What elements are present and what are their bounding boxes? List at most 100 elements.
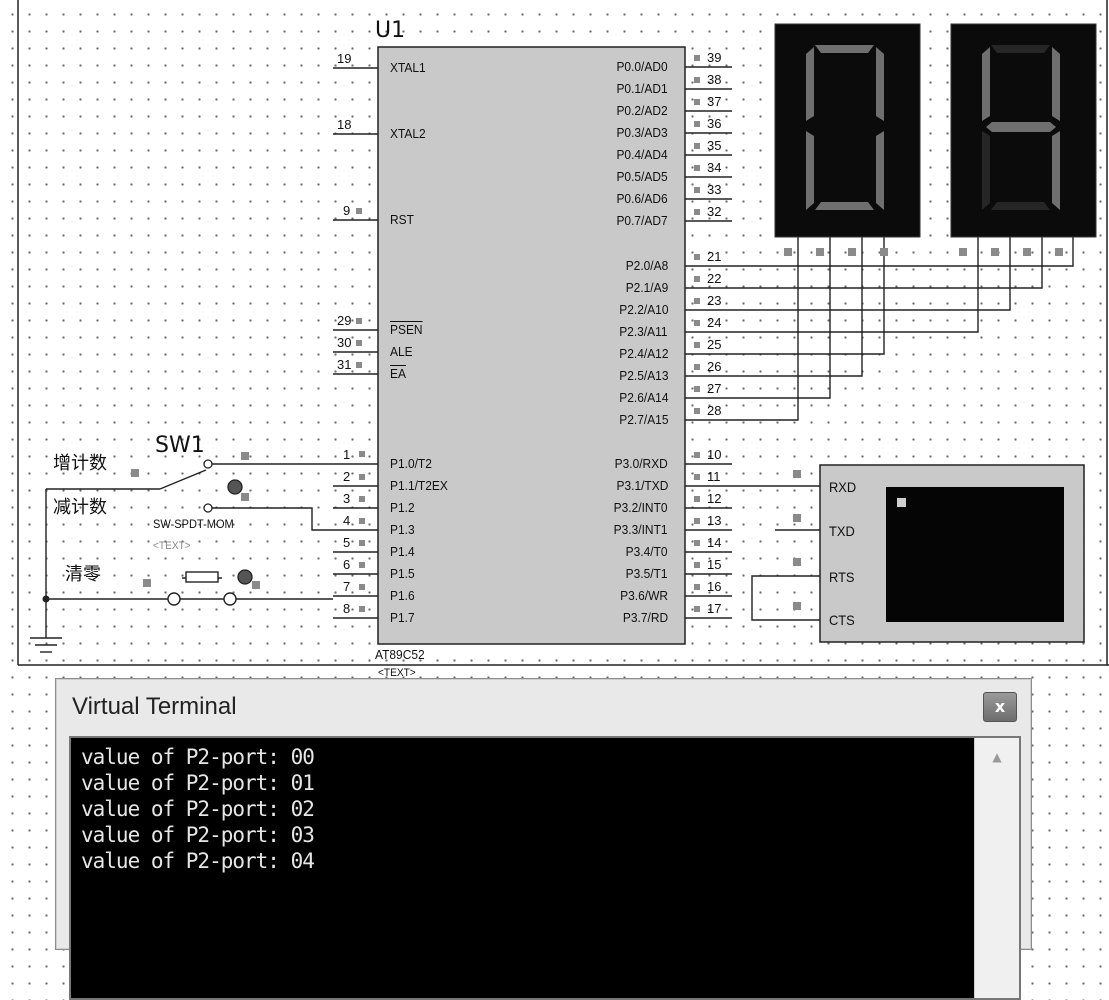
mcu-pin-number: 34 (707, 160, 722, 175)
mcu-pin-number: 15 (707, 557, 722, 572)
mcu-pin-number: 12 (707, 491, 722, 506)
mcu-pin-number: 3 (343, 491, 351, 506)
mcu-pin-number: 28 (707, 403, 722, 418)
mcu-pin-label: P0.4/AD4 (616, 147, 668, 162)
mcu-pin-number: 16 (707, 579, 722, 594)
seven-segment-display-left (774, 23, 921, 238)
switch-text-placeholder: <TEXT> (153, 540, 191, 552)
mcu-pin-label: P2.7/A15 (618, 412, 668, 427)
close-button[interactable]: x (983, 692, 1017, 722)
terminal-output-line: value of P2-port: 00 (81, 745, 315, 769)
mcu-pin-label: P3.4/T0 (626, 544, 668, 559)
switch-decrement-label: 减计数 (53, 497, 107, 518)
switch-increment-label: 增计数 (53, 453, 107, 474)
mcu-pin-label: P2.3/A11 (619, 324, 668, 339)
mcu-pin-number: 33 (707, 182, 722, 197)
mcu-pin-label: P0.5/AD5 (616, 169, 668, 184)
mcu-pin-number: 19 (337, 51, 352, 66)
mcu-pin-number: 5 (343, 535, 351, 550)
mcu-pin-number: 17 (707, 601, 722, 616)
mcu-pin-number: 22 (707, 271, 722, 286)
mcu-pin-label: P0.0/AD0 (616, 59, 668, 74)
mcu-pin-number: 36 (707, 116, 722, 131)
mcu-pin-label: P0.1/AD1 (616, 81, 668, 96)
mcu-pin-label: RST (390, 212, 414, 227)
mcu-pin-label: P3.1/TXD (616, 478, 668, 493)
mcu-pin-label: P2.4/A12 (618, 346, 668, 361)
mcu-pin-label: P0.3/AD3 (616, 125, 668, 140)
mcu-pin-label: ALE (390, 344, 413, 359)
mcu-pin-label: P1.1/T2EX (390, 478, 448, 493)
close-icon: x (994, 697, 1006, 716)
mcu-pin-label: P2.1/A9 (625, 280, 668, 295)
terminal-output-line: value of P2-port: 02 (81, 797, 315, 821)
mcu-pin-number: 37 (707, 94, 722, 109)
mcu-pin-number: 9 (343, 203, 351, 218)
mcu-pin-label: P0.7/AD7 (616, 213, 668, 228)
mcu-pin-number: 18 (337, 117, 352, 132)
mcu-pin-number: 6 (343, 557, 351, 572)
mcu-pin-label: P3.0/RXD (614, 456, 668, 471)
switch-ref: SW1 (155, 433, 205, 458)
mcu-pin-number: 7 (343, 579, 351, 594)
mcu-pin-label: P0.2/AD2 (616, 103, 668, 118)
mcu-pin-label: XTAL2 (390, 126, 426, 141)
mcu-pin-number: 35 (707, 138, 722, 153)
mcu-pin-label: PSEN (390, 322, 423, 337)
terminal-pin-txd: TXD (829, 523, 855, 539)
mcu-pin-number: 21 (707, 249, 722, 264)
mcu-pin-number: 25 (707, 337, 722, 352)
mcu-pin-number: 32 (707, 204, 722, 219)
mcu-pin-number: 29 (337, 313, 352, 328)
mcu-pin-label: XTAL1 (390, 60, 426, 75)
mcu-pin-label: P3.3/INT1 (614, 522, 668, 537)
mcu-pin-label: P2.2/A10 (618, 302, 668, 317)
vertical-scrollbar[interactable]: ▲ (974, 738, 1019, 998)
terminal-output-line: value of P2-port: 04 (81, 849, 315, 873)
virtual-terminal-output: value of P2-port: 00 value of P2-port: 01… (81, 744, 315, 874)
mcu-pin-number: 13 (707, 513, 722, 528)
mcu-pin-number: 14 (707, 535, 722, 550)
mcu-pin-number: 39 (707, 50, 722, 65)
mcu-pin-label: P1.4 (390, 544, 415, 559)
mcu-pin-label: P1.2 (390, 500, 415, 515)
scroll-up-icon[interactable]: ▲ (987, 750, 1007, 764)
mcu-pin-number: 2 (343, 469, 351, 484)
terminal-output-line: value of P2-port: 03 (81, 823, 315, 847)
mcu-pin-label: P2.5/A13 (618, 368, 668, 383)
terminal-output-line: value of P2-port: 01 (81, 771, 315, 795)
mcu-pin-label: P1.0/T2 (390, 456, 432, 471)
mcu-pin-label: P1.7 (390, 610, 415, 625)
mcu-pin-label: P3.5/T1 (626, 566, 668, 581)
mcu-pin-number: 24 (707, 315, 722, 330)
mcu-pin-label: P1.5 (390, 566, 415, 581)
mcu-pin-label: P2.6/A14 (618, 390, 668, 405)
terminal-pin-cts: CTS (829, 612, 855, 628)
mcu-pin-number: 30 (337, 335, 352, 350)
mcu-pin-label: P0.6/AD6 (616, 191, 668, 206)
virtual-terminal-screen[interactable]: value of P2-port: 00 value of P2-port: 01… (69, 736, 1021, 1000)
mcu-pin-number: 1 (343, 447, 351, 462)
mcu-pin-number: 31 (337, 357, 352, 372)
mcu-part-label: AT89C52 (375, 647, 425, 662)
mcu-pin-number: 23 (707, 293, 722, 308)
mcu-pin-number: 8 (343, 601, 351, 616)
mcu-pin-label: P1.3 (390, 522, 415, 537)
mcu-pin-label: P3.7/RD (622, 610, 668, 625)
mcu-pin-label: P3.2/INT0 (614, 500, 668, 515)
schematic-canvas[interactable]: U1 AT89C52 <TEXT> 19 XTAL1 18 XTAL2 9 RST 29 PS… (0, 0, 1109, 680)
mcu-pin-label: P3.6/WR (620, 588, 668, 603)
mcu-pin-number: 10 (707, 447, 722, 462)
switch-part-label: SW-SPDT-MOM (153, 517, 234, 531)
mcu-pin-number: 27 (707, 381, 722, 396)
mcu-pin-number: 26 (707, 359, 722, 374)
terminal-pin-rxd: RXD (829, 479, 857, 495)
mcu-pin-label: P2.0/A8 (625, 258, 668, 273)
terminal-pin-rts: RTS (829, 569, 855, 585)
virtual-terminal-title: Virtual Terminal (72, 693, 237, 720)
mcu-ref: U1 (375, 18, 406, 43)
virtual-terminal-window[interactable]: Virtual Terminal x value of P2-port: 00 v… (55, 678, 1032, 1000)
mcu-pin-label: EA (390, 366, 406, 381)
mcu-pin-number: 38 (707, 72, 722, 87)
seven-segment-display-right (950, 23, 1097, 238)
